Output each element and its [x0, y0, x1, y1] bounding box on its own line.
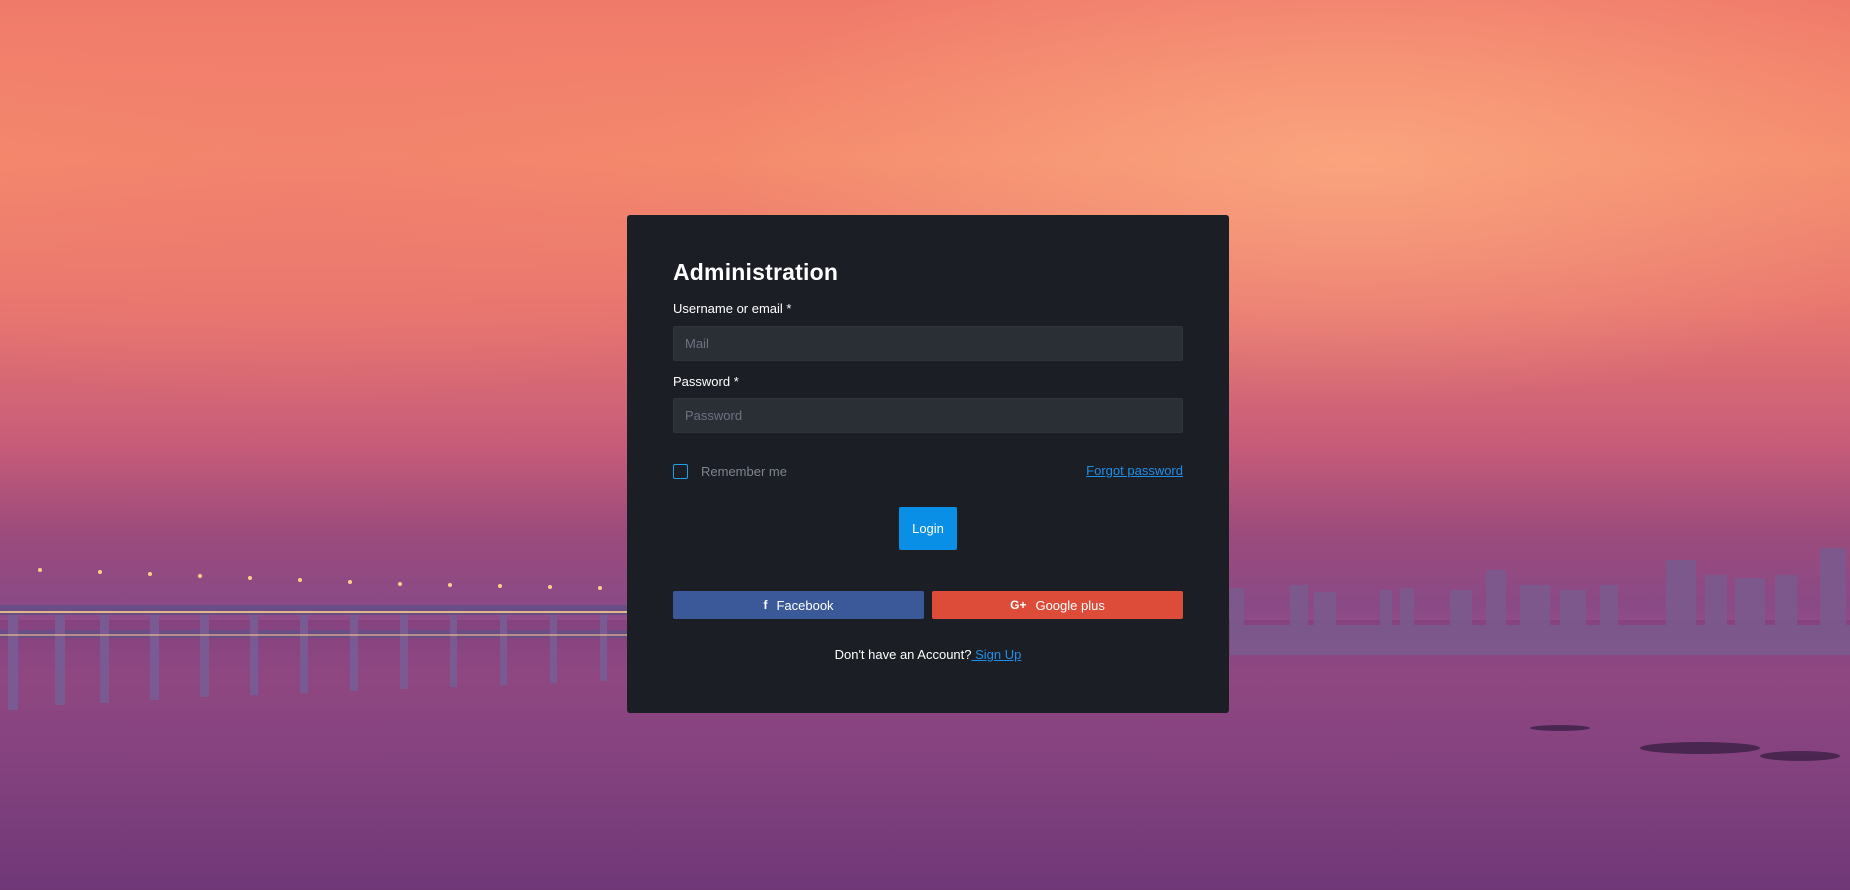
username-label: Username or email * — [673, 301, 792, 316]
sign-up-link[interactable]: Sign Up — [972, 647, 1021, 662]
password-input[interactable] — [673, 398, 1183, 433]
facebook-icon: f — [763, 598, 768, 612]
facebook-login-button[interactable]: f Facebook — [673, 591, 924, 619]
remember-me[interactable]: Remember me — [673, 464, 787, 479]
google-plus-label: Google plus — [1035, 597, 1105, 613]
login-button[interactable]: Login — [899, 507, 957, 550]
google-plus-icon: G+ — [1010, 598, 1027, 612]
login-card: Administration Username or email * Passw… — [627, 215, 1229, 713]
remember-me-checkbox[interactable] — [673, 464, 688, 479]
forgot-password-link[interactable]: Forgot password — [1086, 463, 1183, 478]
page-title: Administration — [673, 259, 839, 285]
username-input[interactable] — [673, 326, 1183, 361]
google-plus-login-button[interactable]: G+ Google plus — [932, 591, 1183, 619]
password-label: Password * — [673, 374, 739, 389]
remember-me-label: Remember me — [701, 464, 787, 479]
signup-row: Don't have an Account? Sign Up — [627, 647, 1229, 662]
facebook-label: Facebook — [776, 597, 834, 613]
no-account-text: Don't have an Account? — [834, 647, 972, 662]
